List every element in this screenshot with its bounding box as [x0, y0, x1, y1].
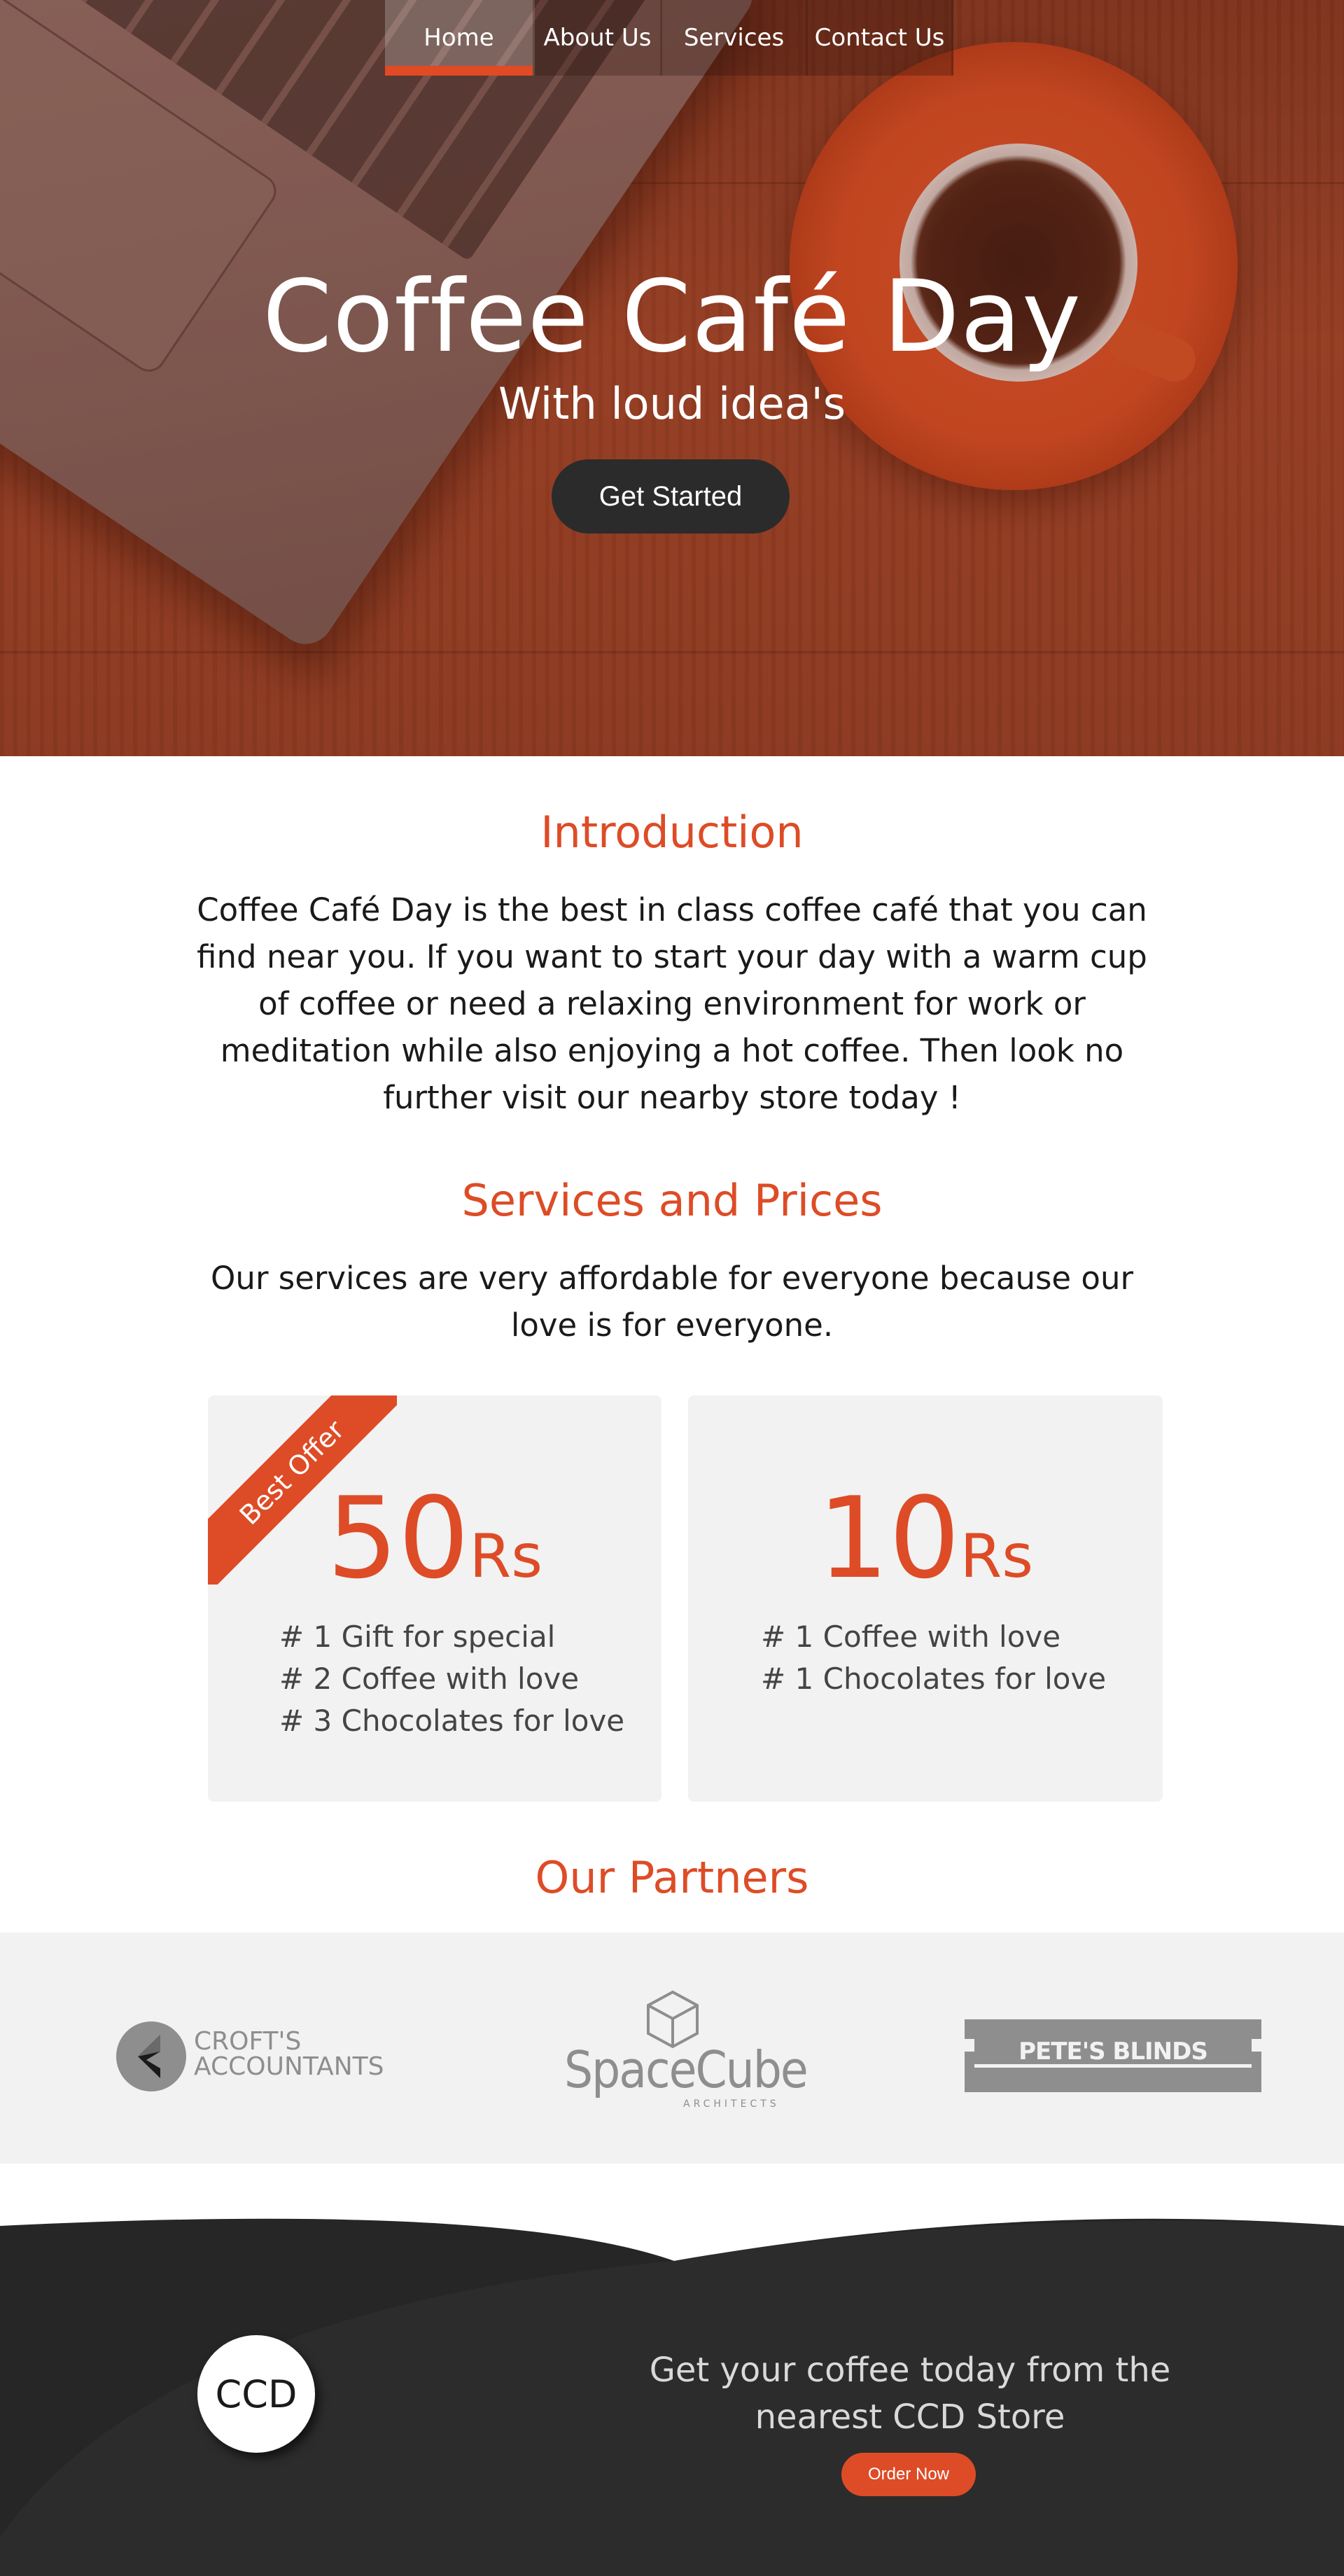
crofts-line1: CROFT'S [194, 2027, 302, 2056]
spacecube-wordmark: SpaceCube [564, 2040, 808, 2099]
crofts-wordmark: CROFT'S ACCOUNTANTS [194, 2029, 384, 2080]
partners-heading: Our Partners [535, 1852, 809, 1903]
price-currency: Rs [960, 1522, 1034, 1592]
partner-petes-blinds: PETE'S BLINDS [965, 2019, 1261, 2092]
feature-item: # 1 Chocolates for love [761, 1662, 1107, 1696]
feature-item: # 2 Coffee with love [279, 1662, 580, 1696]
price-card-10: 10Rs # 1 Coffee with love # 1 Chocolates… [688, 1395, 1163, 1802]
petes-blinds-wordmark: PETE'S BLINDS [1018, 2038, 1208, 2066]
price-amount: 10 [817, 1473, 960, 1603]
nav-contact-us[interactable]: Contact Us [808, 0, 953, 76]
feature-list: # 1 Gift for special # 2 Coffee with lov… [279, 1616, 624, 1742]
feature-item: # 1 Coffee with love [761, 1620, 1061, 1654]
price-amount: 50 [326, 1473, 470, 1603]
introduction-text: Coffee Café Day is the best in class cof… [197, 891, 1147, 1116]
price-card-50: Best Offer 50Rs # 1 Gift for special # 2… [208, 1395, 662, 1802]
get-started-button[interactable]: Get Started [552, 459, 790, 534]
price-label: 50Rs [208, 1473, 662, 1603]
hero-banner: Home About Us Services Contact Us Coffee… [0, 0, 1344, 756]
services-heading: Services and Prices [461, 1175, 883, 1226]
footer-text: Get your coffee today from the nearest C… [649, 2351, 1171, 2437]
feature-item: # 1 Gift for special [279, 1620, 556, 1654]
order-now-button[interactable]: Order Now [841, 2453, 976, 2496]
nav-home[interactable]: Home [385, 0, 535, 76]
feature-list: # 1 Coffee with love # 1 Chocolates for … [761, 1616, 1106, 1700]
partner-spacecube: SpaceCube ARCHITECTS [564, 1990, 808, 2110]
hero-subtitle: With loud idea's [498, 378, 846, 429]
spacecube-tagline: ARCHITECTS [683, 2098, 780, 2110]
hero-title: Coffee Café Day [262, 259, 1082, 375]
nav-about-us[interactable]: About Us [535, 0, 662, 76]
main-nav: Home About Us Services Contact Us [385, 0, 953, 76]
crofts-logo-icon [116, 2021, 186, 2091]
price-currency: Rs [469, 1522, 543, 1592]
partner-crofts-accountants: CROFT'S ACCOUNTANTS [115, 2021, 384, 2095]
ccd-logo: CCD [197, 2335, 315, 2453]
introduction-heading: Introduction [540, 807, 804, 858]
price-label: 10Rs [688, 1473, 1163, 1603]
crofts-line2: ACCOUNTANTS [194, 2052, 384, 2081]
nav-services[interactable]: Services [662, 0, 808, 76]
feature-item: # 3 Chocolates for love [279, 1704, 625, 1738]
partners-band: CROFT'S ACCOUNTANTS SpaceCube ARCHITECTS… [0, 1933, 1344, 2164]
services-text: Our services are very affordable for eve… [211, 1260, 1133, 1344]
